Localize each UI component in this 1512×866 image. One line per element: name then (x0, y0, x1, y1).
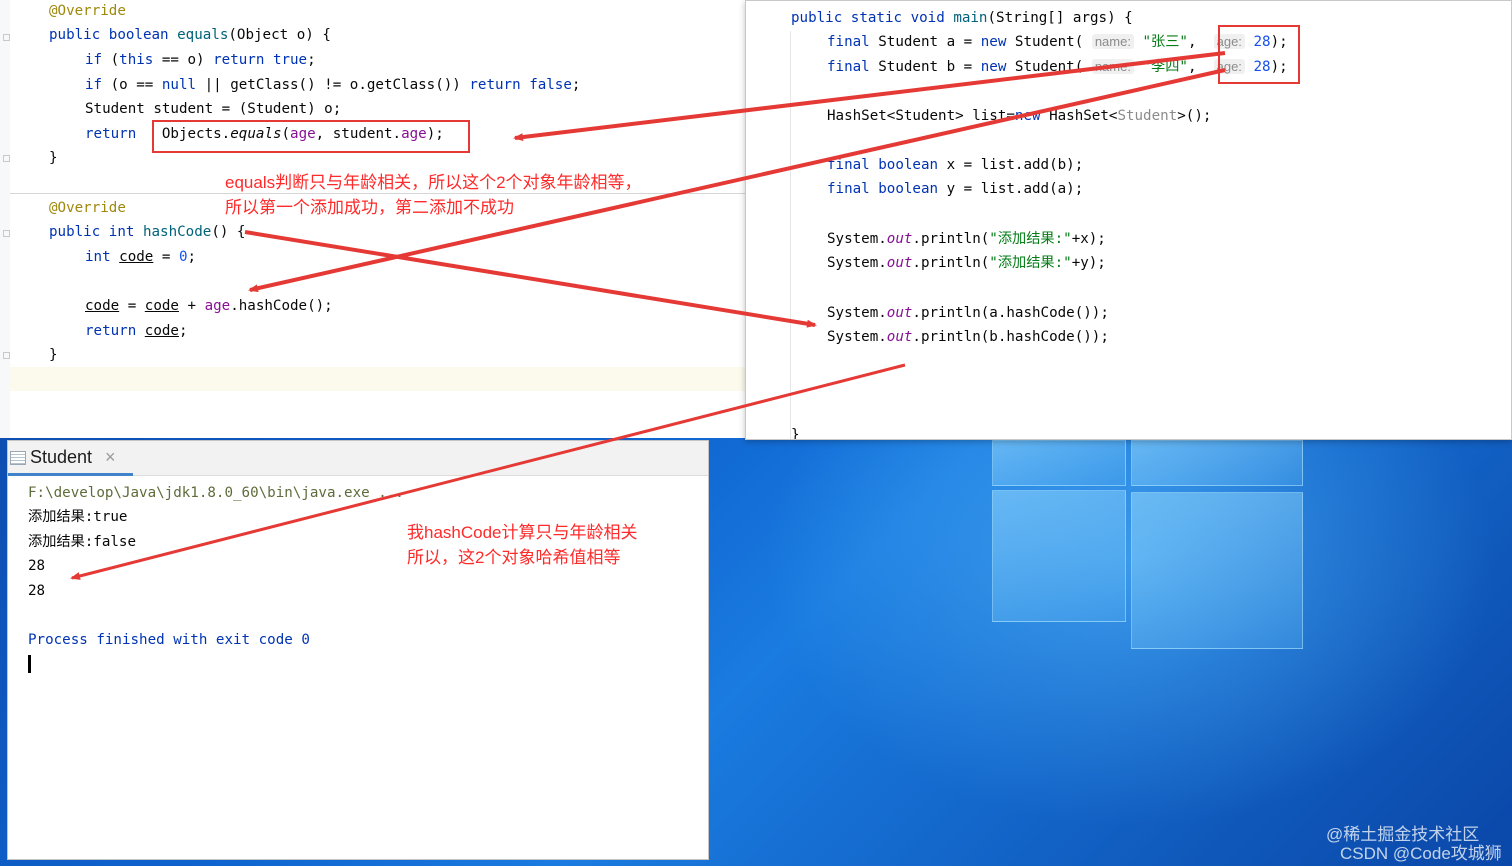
fold-marker-icon[interactable] (3, 155, 10, 162)
run-tab-student[interactable]: Student × (8, 441, 133, 476)
code-line: System.out.println("添加结果:"+x); (827, 231, 1106, 247)
code-line: if (o == null || getClass() != o.getClas… (85, 77, 581, 93)
fold-marker-icon[interactable] (3, 34, 10, 41)
code-line: return code; (85, 323, 188, 339)
code-line: @Override (49, 3, 126, 19)
console-icon (10, 451, 26, 465)
console-line-output: 28 (28, 583, 46, 599)
fold-marker-icon[interactable] (3, 352, 10, 359)
equals-annotation-line-1: equals判断只与年龄相关，所以这个2个对象年龄相等， (225, 173, 642, 192)
console-line-output: 添加结果:false (28, 534, 136, 550)
code-line: code = code + age.hashCode(); (85, 298, 333, 314)
right-code-editor[interactable]: public static void main(String[] args) {… (745, 0, 1512, 440)
code-line: System.out.println(b.hashCode()); (827, 329, 1109, 345)
code-line: } (49, 150, 58, 166)
hashcode-annotation-line-2: 所以，这2个对象哈希值相等 (407, 548, 621, 567)
current-line-highlight (10, 367, 745, 391)
equals-annotation-line-2: 所以第一个添加成功，第二添加不成功 (225, 198, 514, 217)
console-line-command: F:\develop\Java\jdk1.8.0_60\bin\java.exe… (28, 485, 404, 501)
windows-logo-pane-br (1131, 492, 1303, 649)
code-line: @Override (49, 200, 126, 216)
code-line: } (791, 427, 800, 440)
code-line: public static void main(String[] args) { (791, 10, 1133, 26)
code-line: if (this == o) return true; (85, 52, 316, 68)
code-line: public int hashCode() { (49, 224, 246, 240)
code-line: Student student = (Student) o; (85, 101, 342, 117)
editor-gutter (0, 0, 10, 438)
watermark-line-2: CSDN @Code攻城狮 (1340, 844, 1502, 863)
text-cursor (28, 655, 31, 673)
code-line: final boolean y = list.add(a); (827, 181, 1084, 197)
age-args-highlight-box (1218, 25, 1300, 84)
windows-logo-pane-bl (992, 490, 1126, 622)
fold-marker-icon[interactable] (3, 230, 10, 237)
code-line: HashSet<Student> list=new HashSet<Studen… (827, 108, 1212, 124)
console-line-output: 28 (28, 558, 46, 574)
run-tab-bar: Student × (8, 441, 708, 476)
run-tab-label: Student (30, 447, 93, 467)
console-line-output: 添加结果:true (28, 509, 128, 525)
code-line: public boolean equals(Object o) { (49, 27, 331, 43)
hashcode-annotation-line-1: 我hashCode计算只与年龄相关 (407, 523, 638, 542)
code-line: final boolean x = list.add(b); (827, 157, 1084, 173)
code-line: int code = 0; (85, 249, 197, 265)
code-line: System.out.println("添加结果:"+y); (827, 255, 1106, 271)
windows-logo-pane-tr (1131, 440, 1303, 486)
console-line-exit: Process finished with exit code 0 (28, 632, 310, 648)
run-console-panel[interactable]: Student × F:\develop\Java\jdk1.8.0_60\bi… (7, 440, 709, 860)
code-line: System.out.println(a.hashCode()); (827, 305, 1109, 321)
equals-highlight-box (152, 120, 470, 153)
code-line: } (49, 347, 58, 363)
close-icon[interactable]: × (105, 447, 116, 468)
indent-guide (790, 31, 791, 439)
windows-logo-pane-tl (992, 440, 1126, 486)
